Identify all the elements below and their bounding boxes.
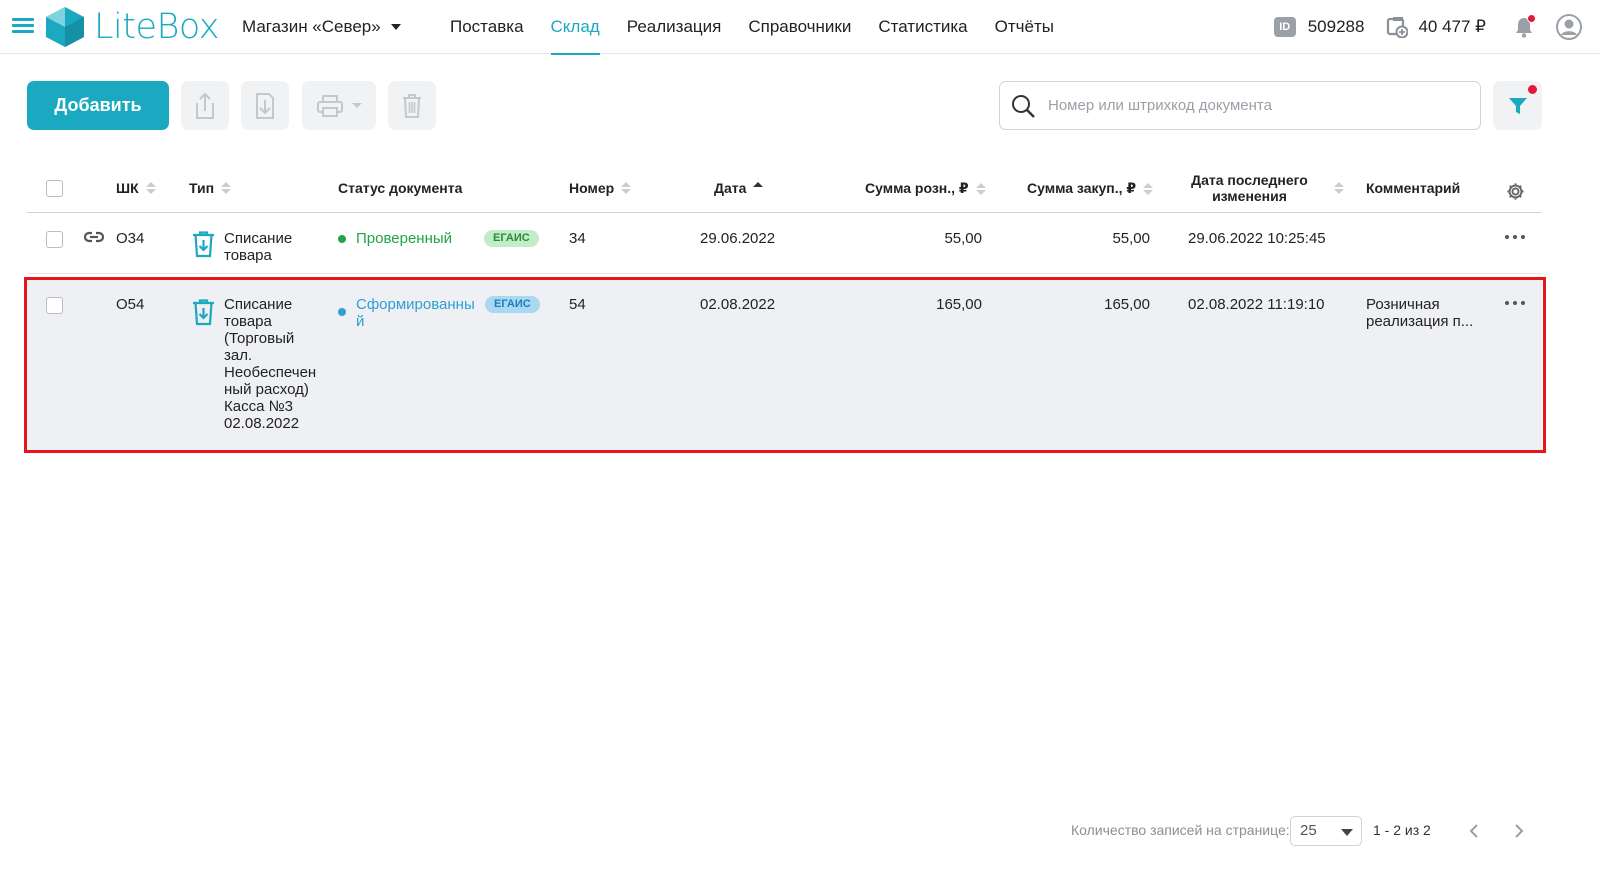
cell-modified: 29.06.2022 10:25:45: [1188, 230, 1326, 247]
nav-item-realizaciya[interactable]: Реализация: [627, 0, 722, 54]
chevron-down-icon: [352, 103, 362, 108]
chevron-down-icon: [390, 24, 401, 30]
cell-number: 54: [569, 296, 586, 313]
cell-status: Проверенный: [338, 230, 452, 247]
cell-date: 29.06.2022: [700, 230, 776, 247]
nav-item-statistika[interactable]: Статистика: [878, 0, 967, 54]
cell-purchase-sum: 165,00: [1104, 296, 1150, 313]
per-page-value: 25: [1300, 822, 1317, 839]
litebox-logo-icon: [46, 7, 84, 47]
column-header-modified[interactable]: Дата последнего изменения: [1177, 172, 1347, 204]
row-checkbox[interactable]: [46, 297, 63, 314]
cell-number: 34: [569, 230, 586, 247]
table-row[interactable]: O54 Списание товара (Торговый зал. Необе…: [27, 280, 1542, 451]
sort-icon: [975, 182, 986, 195]
table-header: ШК Тип Статус документа Номер Дата Сумма…: [27, 166, 1542, 213]
row-actions-icon[interactable]: [1505, 235, 1525, 241]
search-box: [999, 81, 1481, 130]
nav-item-otchety[interactable]: Отчёты: [995, 0, 1054, 54]
egais-badge: ЕГАИС: [485, 296, 540, 313]
column-header-retail-sum[interactable]: Сумма розн., ₽: [865, 180, 986, 197]
cell-status: Сформированны й: [338, 296, 475, 330]
cell-retail-sum: 55,00: [944, 230, 982, 247]
account-id: 509288: [1307, 17, 1365, 36]
main-nav: Поставка Склад Реализация Справочники Ст…: [450, 0, 1081, 55]
notification-dot: [1527, 14, 1536, 23]
nav-item-sklad[interactable]: Склад: [550, 0, 600, 55]
top-bar: LiteBox Магазин «Север» Поставка Склад Р…: [0, 0, 1600, 55]
import-button[interactable]: [241, 81, 289, 130]
account-info: ID 509288 40 477 ₽: [1273, 0, 1582, 54]
delete-button[interactable]: [388, 81, 436, 130]
print-button[interactable]: [302, 81, 376, 130]
next-page-button[interactable]: [1509, 820, 1529, 842]
table-row[interactable]: O34 Списание товара Проверенный ЕГАИС 34…: [27, 214, 1542, 274]
per-page-select[interactable]: 25: [1290, 816, 1362, 846]
notifications-button[interactable]: [1512, 14, 1536, 39]
export-icon: [196, 92, 214, 119]
cell-retail-sum: 165,00: [936, 296, 982, 313]
cell-barcode: O54: [116, 296, 145, 313]
cell-purchase-sum: 55,00: [1112, 230, 1150, 247]
filter-icon: [1508, 97, 1527, 114]
cell-date: 02.08.2022: [700, 296, 776, 313]
column-header-purchase-sum[interactable]: Сумма закуп., ₽: [1027, 180, 1154, 197]
wallet-icon[interactable]: [1386, 16, 1409, 38]
cell-comment: Розничная реализация п...: [1366, 296, 1474, 330]
column-header-barcode[interactable]: ШК: [116, 180, 156, 196]
column-header-number[interactable]: Номер: [569, 180, 632, 196]
cell-type: Списание товара: [224, 230, 293, 264]
filter-active-dot: [1528, 85, 1537, 94]
link-icon: [83, 231, 105, 243]
gear-icon[interactable]: [1506, 182, 1525, 201]
column-header-comment[interactable]: Комментарий: [1366, 180, 1460, 196]
select-all-checkbox[interactable]: [46, 180, 63, 197]
status-dot: [338, 308, 346, 316]
chevron-down-icon: [1341, 829, 1353, 836]
sort-icon: [621, 182, 632, 194]
sort-icon: [221, 182, 232, 194]
balance-value: 40 477 ₽: [1418, 17, 1486, 36]
chevron-left-icon: [1469, 824, 1478, 838]
status-dot: [338, 235, 346, 243]
sort-icon: [1143, 182, 1154, 195]
column-header-status[interactable]: Статус документа: [338, 180, 462, 196]
store-name: Магазин «Север»: [242, 17, 381, 36]
filter-button[interactable]: [1493, 81, 1542, 130]
row-actions-icon[interactable]: [1505, 301, 1525, 307]
write-off-icon: [193, 299, 214, 326]
delete-icon: [403, 93, 421, 118]
cell-barcode: O34: [116, 230, 145, 247]
per-page-label: Количество записей на странице:: [1071, 822, 1290, 838]
id-icon: ID: [1273, 17, 1296, 37]
user-icon[interactable]: [1556, 14, 1582, 40]
search-input[interactable]: [1048, 97, 1448, 114]
pagination-range: 1 - 2 из 2: [1373, 822, 1431, 838]
cell-modified: 02.08.2022 11:19:10: [1188, 296, 1325, 313]
export-button[interactable]: [181, 81, 229, 130]
sort-icon: [145, 182, 156, 194]
search-icon: [1012, 94, 1035, 118]
prev-page-button[interactable]: [1464, 820, 1484, 842]
nav-item-spravochniki[interactable]: Справочники: [748, 0, 851, 54]
cell-type: Списание товара (Торговый зал. Необеспеч…: [224, 296, 317, 432]
column-header-date[interactable]: Дата: [714, 180, 764, 196]
sort-icon: [1334, 182, 1344, 194]
import-icon: [256, 92, 274, 119]
column-header-type[interactable]: Тип: [189, 180, 232, 196]
store-selector[interactable]: Магазин «Север»: [242, 17, 401, 37]
nav-item-postavka[interactable]: Поставка: [450, 0, 524, 54]
write-off-icon: [193, 231, 214, 258]
print-icon: [317, 94, 343, 117]
chevron-right-icon: [1515, 824, 1524, 838]
logo-text: LiteBox: [94, 7, 219, 47]
row-checkbox[interactable]: [46, 231, 63, 248]
logo[interactable]: LiteBox: [44, 4, 219, 50]
add-button[interactable]: Добавить: [27, 81, 169, 130]
sort-asc-icon: [753, 182, 764, 194]
hamburger-icon[interactable]: [12, 18, 34, 36]
egais-badge: ЕГАИС: [484, 230, 539, 247]
